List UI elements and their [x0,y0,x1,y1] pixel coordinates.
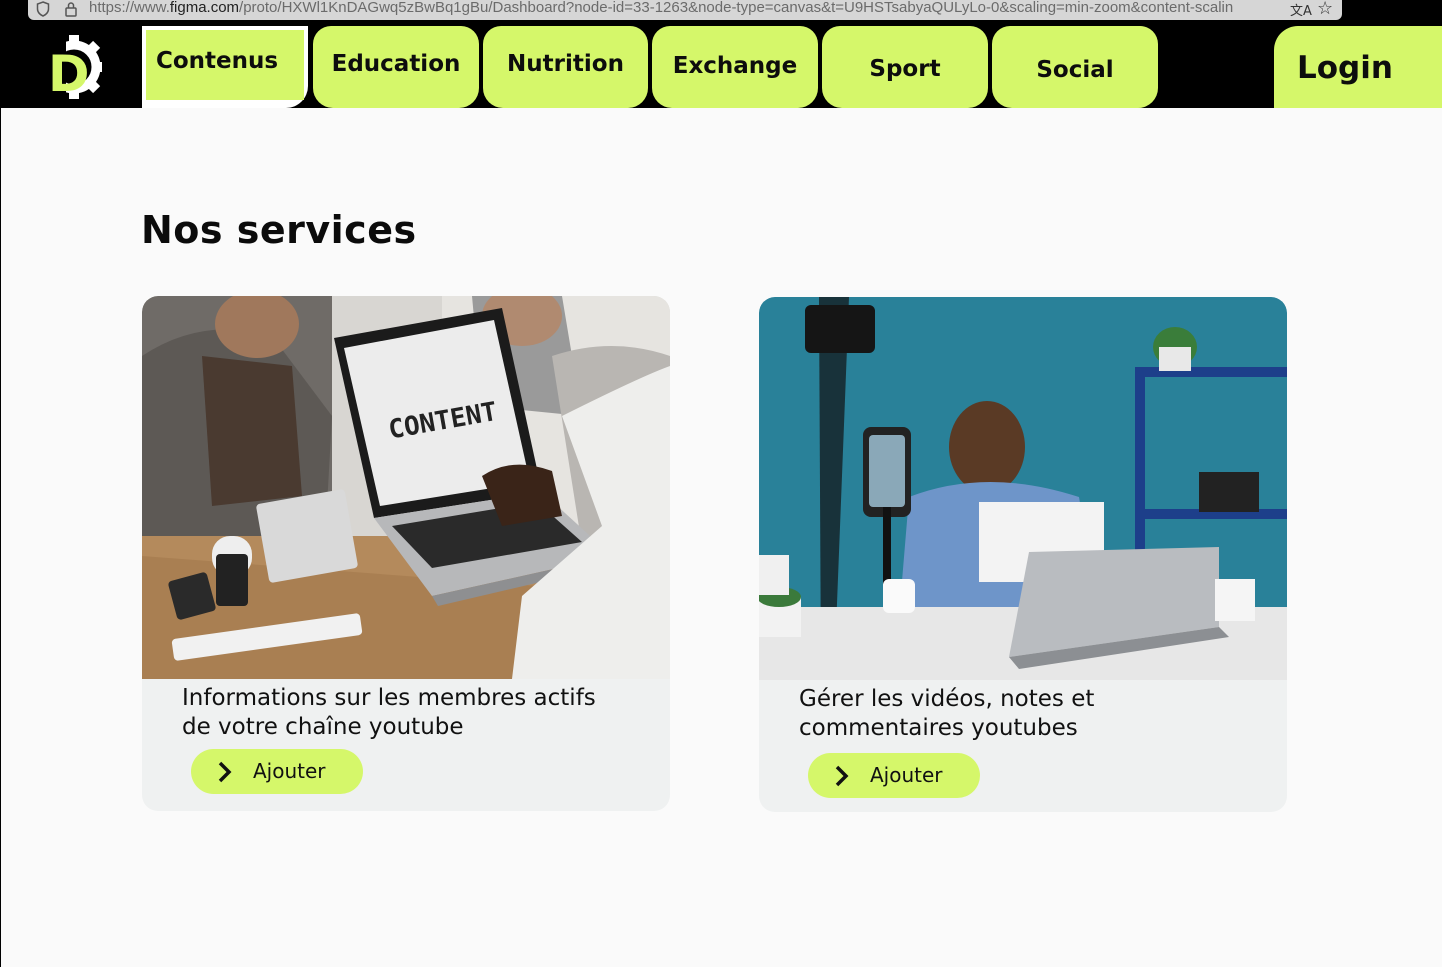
browser-url-bar: https://www.figma.com/proto/HXWl1KnDAGwq… [0,0,1442,26]
login-button[interactable]: Login [1274,26,1442,108]
tab-sport[interactable]: Sport [822,26,988,108]
card-description: Informations sur les membres actifs de v… [182,685,596,740]
tab-label: Exchange [672,53,798,79]
svg-text:D: D [48,45,90,102]
tab-label: Contenus [156,48,279,74]
translate-icon[interactable]: 文A [1290,0,1312,19]
page-left-border [0,108,1,967]
youtuber-studio-photo [759,297,1287,680]
login-label: Login [1297,50,1393,86]
card-description: Gérer les vidéos, notes et commentaires … [799,686,1095,741]
tab-contenus[interactable]: Contenus [142,26,308,108]
tab-label: Education [331,51,461,77]
address-field[interactable]: https://www.figma.com/proto/HXWl1KnDAGwq… [28,0,1342,20]
tab-social[interactable]: Social [992,26,1158,108]
page-title: Nos services [141,208,417,252]
top-navigation: D Contenus Education Nutrition Exchange … [0,26,1442,108]
chevron-right-icon [835,765,849,787]
tab-exchange[interactable]: Exchange [652,26,818,108]
add-button-label: Ajouter [870,763,943,787]
tab-label: Sport [869,56,941,82]
add-button-label: Ajouter [253,759,326,783]
tab-education[interactable]: Education [313,26,479,108]
add-button[interactable]: Ajouter [808,753,980,798]
service-card-videos: Gérer les vidéos, notes et commentaires … [759,297,1287,812]
add-button[interactable]: Ajouter [191,749,363,794]
lock-icon [65,2,77,17]
service-card-members: CONTENT Informations sur les membres act… [142,296,670,811]
tab-nutrition[interactable]: Nutrition [483,26,648,108]
content-laptop-photo: CONTENT [142,296,670,679]
url-text: https://www.figma.com/proto/HXWl1KnDAGwq… [89,0,1234,16]
shield-icon [36,1,50,17]
bookmark-star-icon[interactable]: ☆ [1317,0,1333,19]
logo-gear-d-icon[interactable]: D [46,32,102,102]
tab-label: Nutrition [507,51,624,77]
tab-label: Social [1036,57,1114,83]
chevron-right-icon [218,761,232,783]
